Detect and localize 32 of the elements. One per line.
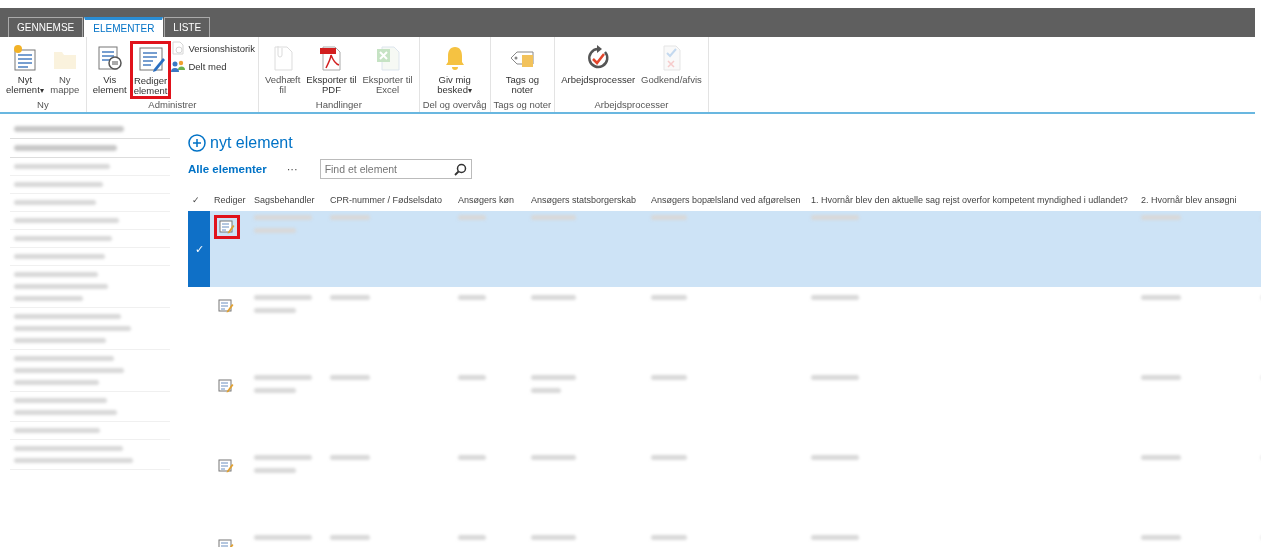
group-label: Administrer — [148, 99, 197, 112]
column-header[interactable]: Ansøgers bopælsland ved afgørelsen — [647, 195, 807, 205]
ribbon-button[interactable]: Vis element — [89, 41, 130, 97]
column-header[interactable]: Ansøgers statsborgerskab — [527, 195, 647, 205]
group-label: Del og overvåg — [422, 99, 487, 112]
ribbon-button[interactable]: Delt med — [171, 59, 255, 73]
ribbon-button[interactable]: Giv mig besked▾ — [434, 41, 475, 98]
ribbon-button[interactable]: Rediger element — [129, 41, 172, 99]
group-label: Tags og noter — [493, 99, 552, 112]
search-field[interactable]: Find et element — [319, 159, 472, 179]
ribbon-button[interactable]: Eksporter til PDF — [303, 41, 360, 97]
table-row[interactable]: ✓ — [188, 211, 1261, 287]
column-header[interactable]: Rediger — [210, 195, 250, 205]
ribbon-button[interactable]: Arbejdsprocesser — [558, 41, 639, 87]
ribbon-button[interactable]: Nyt element▾ — [3, 41, 47, 98]
check-mark[interactable]: ✓ — [194, 242, 204, 256]
ribbon-tab[interactable]: LISTE — [164, 17, 211, 37]
group-label: Arbejdsprocesser — [594, 99, 669, 112]
group-label: Handlinger — [315, 99, 362, 112]
ribbon-button[interactable]: Tags og noter — [502, 41, 542, 97]
column-header[interactable]: CPR-nummer / Fødselsdato — [326, 195, 454, 205]
ribbon-tab[interactable]: GENNEMSE — [8, 17, 84, 37]
group-label: Ny — [37, 99, 49, 112]
column-header[interactable]: 2. Hvornår blev ansøgni — [1137, 195, 1257, 205]
column-header[interactable]: Ansøgers køn — [454, 195, 527, 205]
column-header[interactable]: 1. Hvornår blev den aktuelle sag rejst overfor kompetent myndighed i udlandet? — [807, 195, 1137, 205]
view-link[interactable]: Alle elementer — [188, 163, 267, 175]
column-header[interactable]: Sagsbehandler — [250, 195, 326, 205]
new-item-link[interactable]: nyt element — [188, 134, 293, 152]
more-button[interactable]: ··· — [280, 162, 304, 176]
ribbon-tab[interactable]: ELEMENTER — [84, 17, 164, 37]
column-header[interactable]: ✓ — [188, 195, 210, 205]
